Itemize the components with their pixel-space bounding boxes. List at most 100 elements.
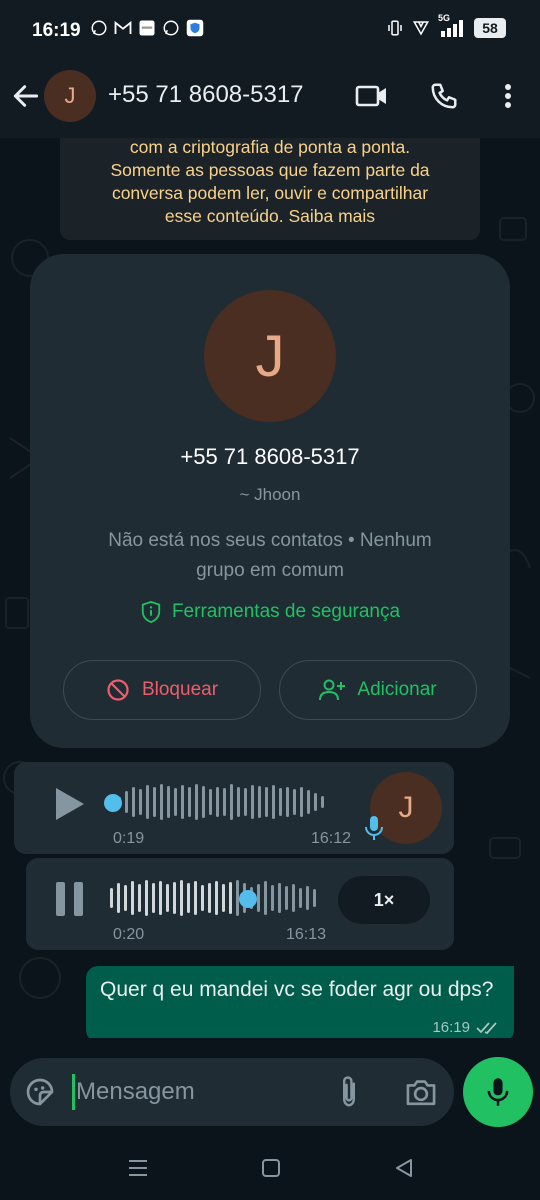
- contact-avatar-large[interactable]: J: [204, 290, 336, 422]
- encryption-notice[interactable]: com a criptografia de ponta a ponta. Som…: [60, 138, 480, 240]
- recents-button[interactable]: [124, 1154, 152, 1182]
- double-check-icon: [476, 1021, 497, 1034]
- vibrate-icon: [386, 19, 404, 37]
- seek-handle[interactable]: [239, 890, 257, 908]
- waveform-bar: [152, 883, 155, 913]
- square-icon: [262, 1159, 280, 1177]
- seek-handle[interactable]: [104, 794, 122, 812]
- contact-avatar[interactable]: J: [44, 70, 96, 122]
- notice-line: conversa podem ler, ouvir e compartilhar: [111, 183, 429, 203]
- waveform-bar: [258, 786, 261, 818]
- status-bar: 16:19 5G 58: [0, 0, 540, 60]
- waveform-bar: [138, 884, 141, 912]
- waveform-bar: [201, 885, 204, 911]
- message-input[interactable]: [76, 1071, 326, 1113]
- voice-call-button[interactable]: [426, 78, 462, 114]
- voice-record-button[interactable]: [463, 1057, 533, 1127]
- arrow-left-icon: [13, 85, 39, 107]
- playback-speed-button[interactable]: 1×: [338, 876, 430, 924]
- menu-lines-icon: [129, 1160, 147, 1176]
- waveform[interactable]: [118, 782, 324, 822]
- back-button[interactable]: [10, 80, 42, 112]
- phone-icon: [431, 83, 457, 109]
- waveform-bar: [215, 881, 218, 915]
- contact-title[interactable]: +55 71 8608-5317: [108, 81, 304, 109]
- emoji-sticker-button[interactable]: [24, 1076, 56, 1108]
- waveform-bar: [314, 793, 317, 811]
- message-time: 16:13: [286, 926, 327, 943]
- waveform-bar: [188, 787, 191, 817]
- message-time: 16:12: [311, 830, 352, 847]
- camera-button[interactable]: [404, 1076, 438, 1108]
- video-camera-icon: [355, 85, 386, 107]
- safety-tools-link[interactable]: Ferramentas de segurança: [30, 600, 510, 624]
- contact-push-name: ~ Jhoon: [239, 485, 301, 504]
- camera-icon: [406, 1080, 436, 1106]
- waveform-bar: [181, 785, 184, 819]
- pause-button[interactable]: [56, 882, 86, 916]
- waveform-bar: [272, 785, 275, 819]
- waveform-bar: [230, 784, 233, 820]
- waveform-bar: [244, 788, 247, 816]
- message-time: 16:19: [432, 1019, 470, 1036]
- app-icon: [138, 19, 156, 37]
- notification-icons: [90, 19, 204, 37]
- waveform-bar: [153, 787, 156, 817]
- whatsapp-icon: [162, 19, 180, 37]
- add-person-icon: [319, 679, 346, 701]
- waveform-bar: [299, 888, 302, 908]
- chat-area[interactable]: com a criptografia de ponta a ponta. Som…: [0, 138, 540, 1038]
- add-contact-button[interactable]: Adicionar: [279, 660, 477, 720]
- wifi-icon: [412, 19, 430, 37]
- more-vertical-icon: [505, 84, 511, 108]
- shield-info-icon: [141, 600, 161, 624]
- battery-indicator: 58: [474, 18, 506, 38]
- waveform-bar: [293, 789, 296, 815]
- triangle-back-icon: [396, 1159, 412, 1177]
- video-call-button[interactable]: [354, 78, 390, 114]
- waveform-bar: [159, 881, 162, 915]
- contact-info: Não está nos seus contatos • Nenhum grup…: [80, 526, 460, 586]
- waveform-bar: [124, 885, 127, 911]
- shield-app-icon: [186, 19, 204, 37]
- waveform-bar: [132, 787, 135, 817]
- waveform[interactable]: [110, 878, 316, 918]
- waveform-bar: [110, 888, 113, 908]
- waveform-bar: [237, 787, 240, 817]
- waveform-bar: [321, 796, 324, 808]
- whatsapp-icon: [90, 19, 108, 37]
- play-button[interactable]: [54, 786, 86, 822]
- waveform-bar: [271, 885, 274, 911]
- pause-bar: [74, 882, 83, 916]
- message-meta: 16:19: [432, 1019, 500, 1036]
- waveform-bar: [166, 884, 169, 912]
- block-label: Bloquear: [141, 679, 219, 700]
- waveform-bar: [306, 886, 309, 910]
- home-button[interactable]: [257, 1154, 285, 1182]
- block-button[interactable]: Bloquear: [63, 660, 261, 720]
- voice-message: 0:19 16:12 J: [14, 762, 454, 854]
- waveform-bar: [208, 883, 211, 913]
- waveform-bar: [173, 882, 176, 914]
- notice-line: esse conteúdo. Saiba mais: [164, 206, 376, 226]
- waveform-bar: [265, 787, 268, 817]
- message-text: Quer q eu mandei vc se foder agr ou dps?: [100, 978, 494, 1001]
- system-navigation-bar: [0, 1134, 540, 1200]
- outgoing-message[interactable]: Quer q eu mandei vc se foder agr ou dps?…: [86, 966, 514, 1038]
- waveform-bar: [187, 883, 190, 913]
- network-label: 5G: [438, 13, 451, 23]
- more-options-button[interactable]: [490, 78, 526, 114]
- waveform-bar: [292, 884, 295, 912]
- waveform-bar: [279, 788, 282, 816]
- audio-duration: 0:20: [113, 926, 145, 943]
- waveform-bar: [216, 787, 219, 817]
- waveform-bar: [117, 883, 120, 913]
- sticker-icon: [26, 1078, 54, 1106]
- waveform-bar: [167, 786, 170, 818]
- waveform-bar: [160, 784, 163, 820]
- play-icon: [56, 788, 84, 820]
- back-nav-button[interactable]: [390, 1154, 418, 1182]
- info-line: Não está nos seus contatos • Nenhum: [108, 530, 432, 551]
- waveform-bar: [313, 889, 316, 907]
- attach-button[interactable]: [334, 1074, 364, 1110]
